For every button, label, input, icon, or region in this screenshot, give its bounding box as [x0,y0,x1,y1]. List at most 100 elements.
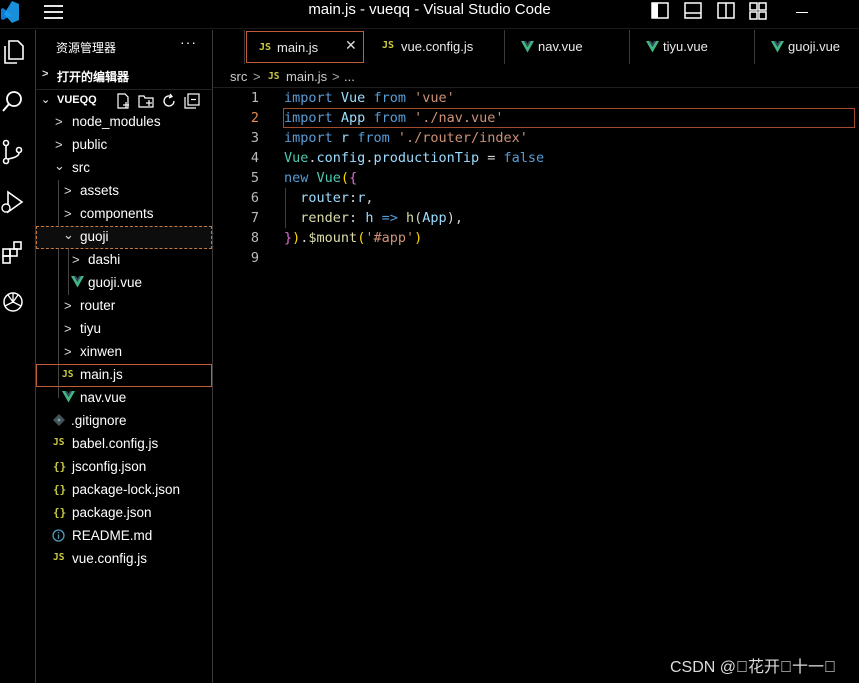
tree-folder-guoji[interactable]: ⌄ guoji [36,226,212,249]
js-file-icon: JS [53,552,65,563]
tree-file-main-js[interactable]: JS main.js [36,364,212,387]
code-text: import Vue from 'vue' [284,90,455,106]
chevron-right-icon: > [42,68,49,80]
tree-folder-src[interactable]: ⌄ src [36,157,212,180]
breadcrumb-symbols[interactable]: ... [344,69,355,84]
chevron-right-icon: > [332,69,340,84]
tab-main-js[interactable]: JS main.js ✕ [246,31,364,63]
customize-layout-icon[interactable] [748,1,768,21]
tree-file-package-json[interactable]: {} package.json [36,502,212,525]
tree-label: components [80,206,154,221]
chevron-right-icon: > [72,252,80,267]
tree-file-gitignore[interactable]: .gitignore [36,410,212,433]
new-file-icon[interactable] [114,92,132,110]
explorer-sidebar: 资源管理器 ··· > 打开的编辑器 ⌄ VUEQQ > node_module… [36,30,213,683]
tree-file-nav-vue[interactable]: nav.vue [36,387,212,410]
explorer-icon[interactable] [0,38,26,66]
json-file-icon: {} [53,460,67,473]
toggle-panel-icon[interactable] [683,1,703,21]
breadcrumb-file[interactable]: main.js [286,69,327,84]
line-number: 8 [250,230,259,246]
tree-label: tiyu [80,321,102,336]
tab-label: guoji.vue [788,39,841,54]
toggle-secondary-sidebar-icon[interactable] [716,1,736,21]
minimize-icon[interactable] [796,12,808,13]
tree-folder-assets[interactable]: > assets [36,180,212,203]
tab-nav-vue[interactable]: nav.vue [506,30,630,64]
tree-label: xinwen [80,344,123,359]
vue-file-icon [71,276,85,290]
tree-label: nav.vue [80,390,127,405]
json-file-icon: {} [53,483,67,496]
tree-folder-node-modules[interactable]: > node_modules [36,111,212,134]
code-line: 9 [213,248,859,268]
chatgpt-icon[interactable] [0,288,26,316]
tree-folder-xinwen[interactable]: > xinwen [36,341,212,364]
vue-file-icon [62,391,76,405]
tree-label: node_modules [72,114,161,129]
line-number: 7 [250,210,259,226]
tree-file-readme[interactable]: README.md [36,525,212,548]
tree-file-package-lock[interactable]: {} package-lock.json [36,479,212,502]
tab-guoji-vue[interactable]: guoji.vue [756,30,859,64]
tree-label: assets [80,183,120,198]
code-line-current: 2 import App from './nav.vue' [213,108,859,128]
vue-file-icon [771,41,784,56]
chevron-right-icon: > [253,69,261,84]
search-icon[interactable] [0,88,26,116]
breadcrumb-folder[interactable]: src [230,69,247,84]
tree-file-vue-config[interactable]: JS vue.config.js [36,548,212,571]
tree-folder-tiyu[interactable]: > tiyu [36,318,212,341]
tab-label: tiyu.vue [663,39,708,54]
code-line: 1 import Vue from 'vue' [213,88,859,108]
tree-file-babel-config[interactable]: JS babel.config.js [36,433,212,456]
vue-file-icon [521,41,534,56]
code-line: 3 import r from './router/index' [213,128,859,148]
tab-label: vue.config.js [401,39,474,54]
open-editors-label: 打开的编辑器 [57,70,130,84]
tree-label: README.md [72,528,153,543]
more-actions-icon[interactable]: ··· [180,34,197,50]
chevron-right-icon: > [64,344,72,359]
tree-folder-components[interactable]: > components [36,203,212,226]
code-line: 8 }).$mount('#app') [213,228,859,248]
refresh-icon[interactable] [160,92,178,110]
tab-vue-config-js[interactable]: JS vue.config.js [365,30,505,64]
tab-label: main.js [277,40,319,55]
line-number: 5 [250,170,259,186]
run-debug-icon[interactable] [0,188,26,216]
source-control-icon[interactable] [0,138,26,166]
project-section[interactable]: ⌄ VUEQQ [36,89,213,111]
title-bar: main.js - vueqq - Visual Studio Code [0,0,859,29]
editor-tabs: JS main.js ✕ JS vue.config.js nav.vue ti… [213,30,859,64]
chevron-right-icon: > [64,298,72,313]
breadcrumb: src > JS main.js > ... [213,64,859,88]
code-editor[interactable]: 1 import Vue from 'vue' 2 import App fro… [213,88,859,683]
code-text: router:r, [300,190,374,206]
new-folder-icon[interactable] [137,92,155,110]
collapse-all-icon[interactable] [183,92,201,110]
chevron-down-icon: ⌄ [63,227,74,242]
tab-tiyu-vue[interactable]: tiyu.vue [631,30,755,64]
chevron-right-icon: > [55,137,63,152]
extensions-icon[interactable] [0,238,26,266]
tree-folder-dashi[interactable]: > dashi [36,249,212,272]
tree-file-jsconfig[interactable]: {} jsconfig.json [36,456,212,479]
js-file-icon: JS [62,369,74,380]
line-number: 2 [250,110,259,126]
code-line: 5 new Vue({ [213,168,859,188]
toggle-primary-sidebar-icon[interactable] [650,1,670,21]
tree-file-guoji-vue[interactable]: guoji.vue [36,272,212,295]
chevron-down-icon: ⌄ [54,158,65,173]
tree-label: public [72,137,108,152]
tree-label: .gitignore [71,413,127,428]
js-file-icon: JS [259,42,272,53]
open-editors-section[interactable]: > 打开的编辑器 [36,66,213,84]
close-icon[interactable]: ✕ [345,37,357,54]
vue-file-icon [646,41,659,56]
git-file-icon [53,414,67,428]
tree-label: router [80,298,116,313]
js-file-icon: JS [53,437,65,448]
tree-folder-public[interactable]: > public [36,134,212,157]
tree-folder-router[interactable]: > router [36,295,212,318]
